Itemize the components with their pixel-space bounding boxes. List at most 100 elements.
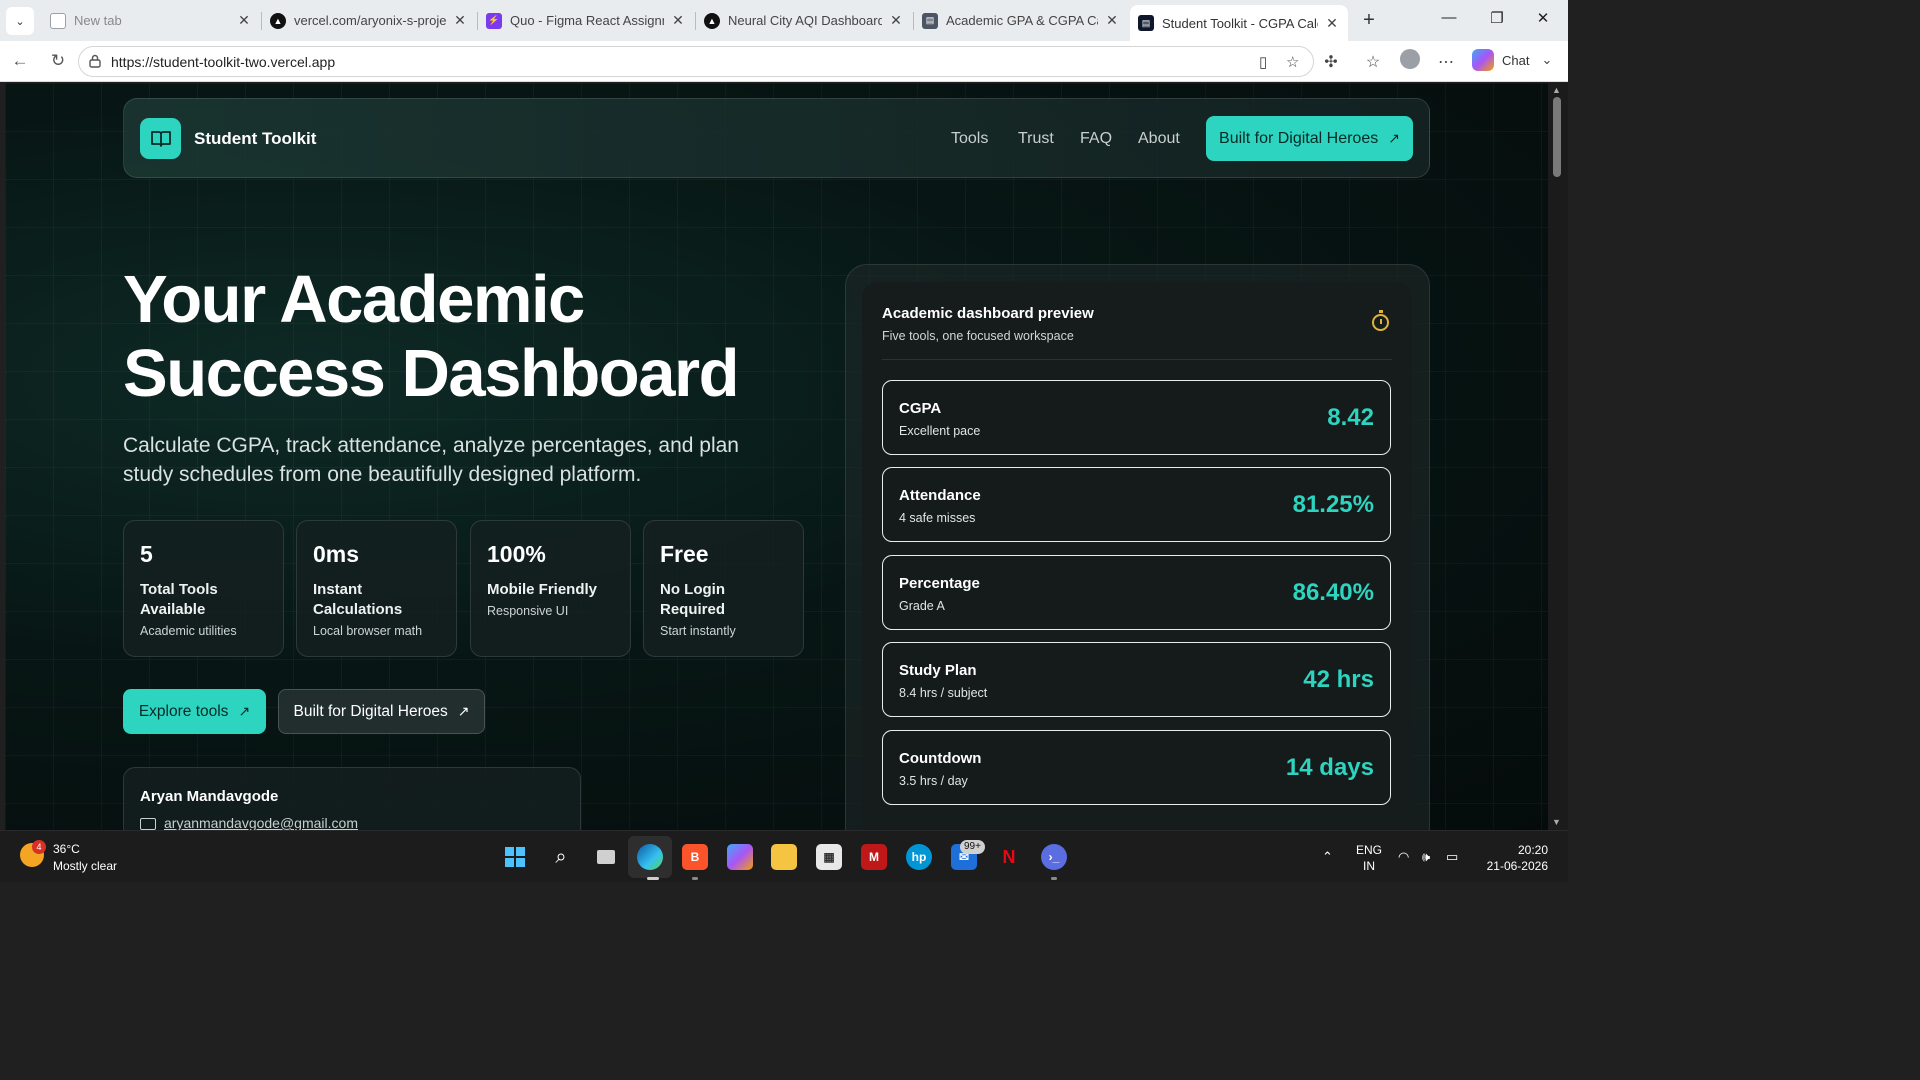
stat-value: 100% xyxy=(487,541,546,567)
weather-condition[interactable]: Mostly clear xyxy=(53,859,117,873)
book-logo-icon[interactable] xyxy=(140,118,181,159)
metric-card-attendance[interactable]: Attendance 4 safe misses 81.25% xyxy=(882,467,1391,542)
profile-avatar-icon[interactable] xyxy=(1399,49,1421,77)
temperature[interactable]: 36°C xyxy=(53,842,80,856)
tab-student-toolkit[interactable]: ▤ Student Toolkit - CGPA Calculator ✕ xyxy=(1130,5,1348,41)
extensions-icon[interactable]: ✣ xyxy=(1320,52,1342,72)
author-email-link[interactable]: aryanmandavgode@gmail.com xyxy=(164,815,358,830)
close-icon[interactable]: ✕ xyxy=(452,12,468,29)
brand-name[interactable]: Student Toolkit xyxy=(194,129,316,149)
brave-browser-icon[interactable]: B xyxy=(682,844,708,870)
microsoft-store-icon[interactable]: ▦ xyxy=(816,844,842,870)
close-icon[interactable]: ✕ xyxy=(888,12,904,29)
stat-label: No Login Required xyxy=(660,581,726,618)
clock-time: 20:20 xyxy=(1517,843,1548,857)
tab-new-tab[interactable]: New tab ✕ xyxy=(42,5,260,36)
close-icon[interactable]: ✕ xyxy=(1324,15,1340,32)
metric-title: Percentage xyxy=(899,575,980,592)
metric-sub: Grade A xyxy=(899,599,945,613)
metric-sub: 8.4 hrs / subject xyxy=(899,686,988,700)
battery-icon[interactable]: ▭ xyxy=(1446,849,1458,865)
metric-card-cgpa[interactable]: CGPA Excellent pace 8.42 xyxy=(882,380,1391,455)
metric-title: Attendance xyxy=(899,487,981,504)
chevron-up-icon[interactable]: ⌃ xyxy=(1322,849,1333,865)
scroll-down-icon[interactable]: ▼ xyxy=(1552,817,1561,827)
lang-line-2: IN xyxy=(1363,859,1375,873)
author-name: Aryan Mandavgode xyxy=(140,788,279,805)
favorite-star-icon[interactable]: ☆ xyxy=(1286,53,1299,71)
file-explorer-icon[interactable] xyxy=(771,844,797,870)
edge-browser-icon[interactable] xyxy=(637,844,663,870)
explore-tools-button[interactable]: Explore tools ↗ xyxy=(123,689,266,734)
close-icon[interactable]: ✕ xyxy=(1104,12,1120,29)
chevron-down-icon: ⌄ xyxy=(1541,52,1553,67)
close-icon[interactable]: ✕ xyxy=(236,12,252,29)
system-clock[interactable]: 20:20 21-06-2026 xyxy=(1484,842,1548,874)
toolkit-icon: ▤ xyxy=(1138,15,1154,31)
reader-mode-icon[interactable]: ▯ xyxy=(1259,53,1267,71)
running-indicator xyxy=(1051,877,1057,880)
scroll-up-icon[interactable]: ▲ xyxy=(1552,85,1561,95)
back-arrow-icon[interactable]: ← xyxy=(9,51,31,71)
tab-vercel-projects[interactable]: ▲ vercel.com/aryonix-s-projects ✕ xyxy=(262,5,476,36)
hero-title-line-2: Success Dashboard xyxy=(123,336,740,411)
hp-icon[interactable]: hp xyxy=(906,844,932,870)
windows-taskbar: 4 36°C Mostly clear ⌕ B ▦ M hp ✉ 99+ N ›… xyxy=(0,830,1568,882)
tab-neural-city-aqi[interactable]: ▲ Neural City AQI Dashboard ✕ xyxy=(696,5,912,36)
search-icon[interactable]: ⌕ xyxy=(548,844,574,870)
nav-link-trust[interactable]: Trust xyxy=(1018,130,1054,148)
copilot-icon xyxy=(1472,49,1494,71)
page-viewport: Student Toolkit Tools Trust FAQ About Bu… xyxy=(5,83,1548,830)
built-for-digital-heroes-nav-button[interactable]: Built for Digital Heroes ↗ xyxy=(1206,116,1413,161)
refresh-icon[interactable]: ↻ xyxy=(47,51,69,71)
clock-date: 21-06-2026 xyxy=(1486,859,1548,873)
copilot-app-icon[interactable] xyxy=(727,844,753,870)
language-indicator[interactable]: ENG IN xyxy=(1356,842,1382,874)
mail-icon xyxy=(140,818,156,830)
preview-title: Academic dashboard preview xyxy=(882,305,1094,322)
address-bar[interactable]: https://student-toolkit-two.vercel.app ▯… xyxy=(78,46,1314,77)
stat-value: 0ms xyxy=(313,541,360,567)
button-label: Built for Digital Heroes xyxy=(293,702,448,720)
vercel-icon: ▲ xyxy=(270,12,286,29)
metric-value: 8.42 xyxy=(1327,404,1374,431)
windows-start-icon[interactable] xyxy=(502,844,528,870)
metric-title: Study Plan xyxy=(899,662,977,679)
metric-card-countdown[interactable]: Countdown 3.5 hrs / day 14 days xyxy=(882,730,1391,805)
hero-title-line-1: Your Academic xyxy=(123,262,585,337)
tab-quo-figma[interactable]: ⚡ Quo - Figma React Assignment ✕ xyxy=(478,5,694,36)
volume-icon[interactable]: 🕪 xyxy=(1422,849,1430,865)
metric-card-percentage[interactable]: Percentage Grade A 86.40% xyxy=(882,555,1391,630)
mcafee-icon[interactable]: M xyxy=(861,844,887,870)
copilot-chat-button[interactable]: Chat ⌄ xyxy=(1472,49,1552,71)
favorites-icon[interactable]: ☆ xyxy=(1362,52,1384,72)
arrow-up-right-icon: ↗ xyxy=(238,703,251,719)
weather-alert-badge: 4 xyxy=(32,840,46,854)
close-icon[interactable]: ✕ xyxy=(670,12,686,29)
metric-card-study-plan[interactable]: Study Plan 8.4 hrs / subject 42 hrs xyxy=(882,642,1391,717)
task-view-icon[interactable] xyxy=(593,844,619,870)
window-close-icon[interactable]: ✕ xyxy=(1528,9,1558,27)
minimize-icon[interactable]: — xyxy=(1434,9,1464,26)
arrow-up-right-icon: ↗ xyxy=(457,703,470,719)
wifi-icon[interactable]: ◠ xyxy=(1398,849,1409,865)
tab-title: Academic GPA & CGPA Calculator xyxy=(946,13,1098,28)
tab-title: Student Toolkit - CGPA Calculator xyxy=(1162,15,1318,31)
netflix-icon[interactable]: N xyxy=(996,844,1022,870)
tab-academic-gpa[interactable]: ▤ Academic GPA & CGPA Calculator ✕ xyxy=(914,5,1128,36)
powershell-icon[interactable]: ›_ xyxy=(1041,844,1067,870)
built-for-digital-heroes-button[interactable]: Built for Digital Heroes ↗ xyxy=(278,689,485,734)
new-tab-button[interactable]: + xyxy=(1357,9,1381,32)
nav-link-faq[interactable]: FAQ xyxy=(1080,130,1112,148)
restore-icon[interactable]: ❐ xyxy=(1482,9,1512,27)
page-scrollbar[interactable]: ▲ ▼ xyxy=(1548,83,1568,830)
nav-link-tools[interactable]: Tools xyxy=(951,130,988,148)
hero-title: Your Academic Success Dashboard xyxy=(123,263,823,411)
url-text[interactable]: https://student-toolkit-two.vercel.app xyxy=(111,54,335,70)
stat-value: 5 xyxy=(140,541,153,567)
tab-actions-menu-button[interactable]: ⌄ xyxy=(6,7,34,35)
nav-link-about[interactable]: About xyxy=(1138,130,1180,148)
metric-value: 42 hrs xyxy=(1303,666,1374,693)
more-options-icon[interactable]: ⋯ xyxy=(1435,52,1457,72)
scrollbar-thumb[interactable] xyxy=(1553,97,1561,177)
